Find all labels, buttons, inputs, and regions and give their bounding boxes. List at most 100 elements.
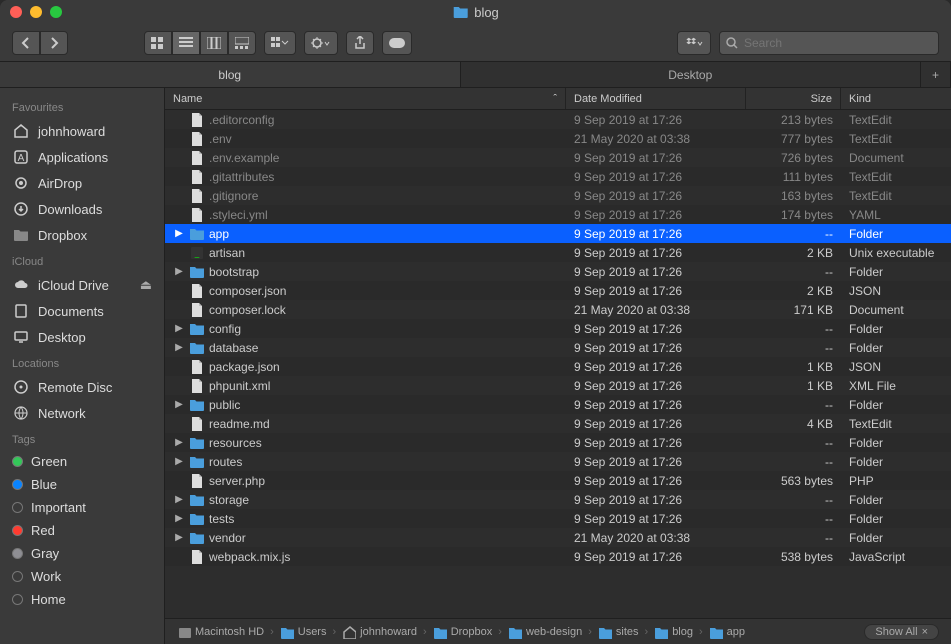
disclosure-triangle[interactable]: ▶ [173, 266, 185, 277]
file-name: composer.lock [209, 303, 286, 317]
sidebar-item-documents[interactable]: Documents [0, 298, 164, 324]
sidebar-item-important[interactable]: Important [0, 496, 164, 519]
sidebar-item-desktop[interactable]: Desktop [0, 324, 164, 350]
back-button[interactable] [12, 31, 40, 55]
file-row[interactable]: ▶resources9 Sep 2019 at 17:26--Folder [165, 433, 951, 452]
sidebar-item-label: Network [38, 406, 86, 421]
path-segment[interactable]: app [709, 625, 745, 639]
window-title: blog [452, 4, 499, 20]
sidebar-item-home[interactable]: Home [0, 588, 164, 611]
list-view-button[interactable] [172, 31, 200, 55]
disclosure-triangle[interactable]: ▶ [173, 456, 185, 467]
file-row[interactable]: composer.json9 Sep 2019 at 17:262 KBJSON [165, 281, 951, 300]
column-date[interactable]: Date Modified [566, 88, 746, 109]
path-separator: › [423, 626, 427, 638]
search-input[interactable] [744, 36, 932, 50]
disclosure-triangle[interactable]: ▶ [173, 532, 185, 543]
file-size: -- [746, 227, 841, 241]
disclosure-triangle[interactable]: ▶ [173, 437, 185, 448]
path-segment[interactable]: web-design [508, 625, 582, 639]
file-row[interactable]: ▶public9 Sep 2019 at 17:26--Folder [165, 395, 951, 414]
eject-icon[interactable]: ⏏ [140, 277, 152, 293]
file-row[interactable]: server.php9 Sep 2019 at 17:26563 bytesPH… [165, 471, 951, 490]
file-row[interactable]: .styleci.yml9 Sep 2019 at 17:26174 bytes… [165, 205, 951, 224]
path-segment[interactable]: blog [654, 625, 693, 639]
sidebar-item-icloud-drive[interactable]: iCloud Drive⏏ [0, 272, 164, 298]
file-row[interactable]: ▶bootstrap9 Sep 2019 at 17:26--Folder [165, 262, 951, 281]
dropbox-button[interactable] [677, 31, 711, 55]
column-name[interactable]: Nameˆ [165, 88, 566, 109]
file-size: 1 KB [746, 360, 841, 374]
close-button[interactable] [10, 6, 22, 18]
file-row[interactable]: webpack.mix.js9 Sep 2019 at 17:26538 byt… [165, 547, 951, 566]
file-row[interactable]: .editorconfig9 Sep 2019 at 17:26213 byte… [165, 110, 951, 129]
sidebar-item-downloads[interactable]: Downloads [0, 196, 164, 222]
column-kind[interactable]: Kind [841, 88, 951, 109]
file-list: Nameˆ Date Modified Size Kind .editorcon… [165, 88, 951, 644]
disclosure-triangle[interactable]: ▶ [173, 513, 185, 524]
file-row[interactable]: .gitattributes9 Sep 2019 at 17:26111 byt… [165, 167, 951, 186]
sidebar-item-gray[interactable]: Gray [0, 542, 164, 565]
file-row[interactable]: .gitignore9 Sep 2019 at 17:26163 bytesTe… [165, 186, 951, 205]
sidebar-item-label: Downloads [38, 202, 102, 217]
column-view-button[interactable] [200, 31, 228, 55]
file-kind: JSON [841, 284, 951, 298]
file-kind: Folder [841, 341, 951, 355]
tag-dot-icon [12, 594, 23, 605]
sidebar-item-work[interactable]: Work [0, 565, 164, 588]
sidebar-item-network[interactable]: Network [0, 400, 164, 426]
zoom-button[interactable] [50, 6, 62, 18]
path-segment[interactable]: sites [598, 625, 639, 639]
tab-blog[interactable]: blog [0, 62, 461, 87]
sidebar: Favourites johnhoward ApplicationsAirDrop D… [0, 88, 165, 644]
sidebar-item-blue[interactable]: Blue [0, 473, 164, 496]
disclosure-triangle[interactable]: ▶ [173, 494, 185, 505]
show-all-button[interactable]: Show All× [864, 624, 939, 640]
file-row[interactable]: phpunit.xml9 Sep 2019 at 17:261 KBXML Fi… [165, 376, 951, 395]
icon-view-button[interactable] [144, 31, 172, 55]
file-row[interactable]: ▶storage9 Sep 2019 at 17:26--Folder [165, 490, 951, 509]
file-row[interactable]: ▶routes9 Sep 2019 at 17:26--Folder [165, 452, 951, 471]
path-segment[interactable]: Users [280, 625, 327, 639]
path-segment[interactable]: Macintosh HD [177, 625, 264, 639]
file-row[interactable]: .env.example9 Sep 2019 at 17:26726 bytes… [165, 148, 951, 167]
new-tab-button[interactable]: + [921, 62, 951, 87]
path-segment[interactable]: Dropbox [433, 625, 493, 639]
column-size[interactable]: Size [746, 88, 841, 109]
forward-button[interactable] [40, 31, 68, 55]
sidebar-item-label: johnhoward [38, 124, 105, 139]
file-row[interactable]: ▶config9 Sep 2019 at 17:26--Folder [165, 319, 951, 338]
sidebar-heading: Favourites [0, 94, 164, 118]
disclosure-triangle[interactable]: ▶ [173, 399, 185, 410]
sidebar-item-applications[interactable]: Applications [0, 144, 164, 170]
sidebar-item-red[interactable]: Red [0, 519, 164, 542]
action-button[interactable] [304, 31, 338, 55]
share-button[interactable] [346, 31, 374, 55]
disclosure-triangle[interactable]: ▶ [173, 228, 185, 239]
sidebar-item-airdrop[interactable]: AirDrop [0, 170, 164, 196]
gallery-view-button[interactable] [228, 31, 256, 55]
file-name: .gitignore [209, 189, 258, 203]
finder-window: blog blog Desktop + [0, 0, 951, 644]
file-row[interactable]: ▶vendor21 May 2020 at 03:38--Folder [165, 528, 951, 547]
disclosure-triangle[interactable]: ▶ [173, 342, 185, 353]
file-row[interactable]: readme.md9 Sep 2019 at 17:264 KBTextEdit [165, 414, 951, 433]
file-row[interactable]: ▶database9 Sep 2019 at 17:26--Folder [165, 338, 951, 357]
sidebar-item-johnhoward[interactable]: johnhoward [0, 118, 164, 144]
file-row[interactable]: .env21 May 2020 at 03:38777 bytesTextEdi… [165, 129, 951, 148]
arrange-button[interactable] [264, 31, 296, 55]
path-segment[interactable]: johnhoward [342, 625, 417, 639]
sidebar-item-green[interactable]: Green [0, 450, 164, 473]
search-field[interactable] [719, 31, 939, 55]
file-row[interactable]: ▶app9 Sep 2019 at 17:26--Folder [165, 224, 951, 243]
tags-button[interactable] [382, 31, 412, 55]
file-row[interactable]: package.json9 Sep 2019 at 17:261 KBJSON [165, 357, 951, 376]
sidebar-item-remote-disc[interactable]: Remote Disc [0, 374, 164, 400]
file-row[interactable]: composer.lock21 May 2020 at 03:38171 KBD… [165, 300, 951, 319]
tab-desktop[interactable]: Desktop [461, 62, 922, 87]
minimize-button[interactable] [30, 6, 42, 18]
disclosure-triangle[interactable]: ▶ [173, 323, 185, 334]
file-row[interactable]: ▶tests9 Sep 2019 at 17:26--Folder [165, 509, 951, 528]
file-row[interactable]: artisan9 Sep 2019 at 17:262 KBUnix execu… [165, 243, 951, 262]
sidebar-item-dropbox[interactable]: Dropbox [0, 222, 164, 248]
